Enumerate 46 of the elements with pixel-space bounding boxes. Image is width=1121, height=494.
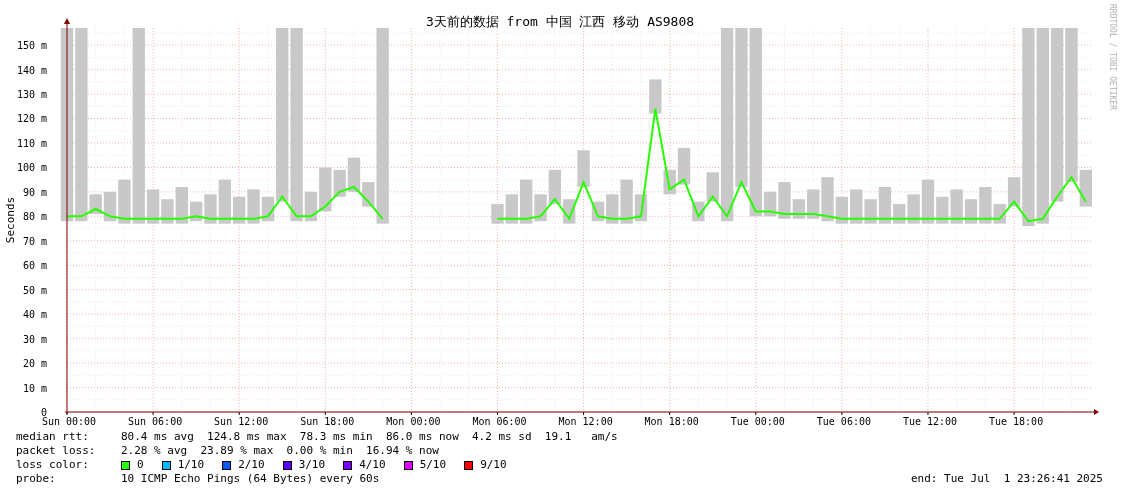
- tick-label: Mon 18:00: [644, 416, 699, 427]
- probe-text: 10 ICMP Echo Pings (64 Bytes) every 60s: [121, 472, 380, 486]
- tick-label: 80 m: [22, 211, 47, 223]
- legend-label: 5/10: [419, 458, 447, 472]
- tick-label: 120 m: [16, 113, 47, 125]
- tick-label: 140 m: [16, 64, 47, 76]
- tick-label: Mon 12:00: [558, 416, 613, 427]
- legend-label: 0: [137, 458, 144, 472]
- tick-label: Mon 00:00: [386, 416, 441, 427]
- tick-label: 10 m: [22, 382, 47, 394]
- tick-label: 70 m: [22, 235, 47, 247]
- tick-label: 130 m: [16, 89, 47, 101]
- tick-label: 50 m: [22, 284, 47, 296]
- legend-label: loss color:: [16, 458, 90, 472]
- tick-label: Sun 12:00: [214, 416, 269, 427]
- legend-stats: 2.28 % avg 23.89 % max 0.00 % min 16.94 % now: [121, 444, 439, 458]
- tick-label: Tue 06:00: [816, 416, 871, 427]
- legend-label: 9/10: [480, 458, 507, 472]
- tick-label: 110 m: [16, 137, 47, 149]
- legend-label: 4/10: [359, 458, 386, 472]
- tick-label: 60 m: [22, 260, 47, 272]
- tick-label: Sun 06:00: [128, 416, 183, 427]
- legend-label: median rtt:: [16, 430, 90, 444]
- tick-label: 20 m: [22, 358, 47, 370]
- tick-label: 30 m: [22, 333, 47, 345]
- legend-label: packet loss:: [16, 444, 97, 458]
- tick-label: Sun 00:00: [41, 416, 97, 427]
- legend-label: 2/10: [238, 458, 265, 472]
- tick-label: Sun 18:00: [300, 416, 355, 427]
- legend-label: 1/10: [177, 458, 205, 472]
- credit-text: RRDTOOL / TOBI OETIKER: [1107, 4, 1117, 110]
- tick-label: 100 m: [16, 162, 47, 174]
- tick-label: 90 m: [22, 186, 47, 198]
- tick-label: Tue 18:00: [989, 416, 1044, 427]
- tick-label: 40 m: [22, 309, 47, 321]
- tick-label: Tue 00:00: [730, 416, 785, 427]
- tick-label: Mon 06:00: [472, 416, 527, 427]
- legend-stats: 80.4 ms avg 124.8 ms max 78.3 ms min 86.0 ms now 4.2 ms sd 19.1 am/s: [121, 430, 618, 444]
- end-time: end: Tue Jul 1 23:26:41 2025: [910, 472, 1103, 486]
- tick-label: 150 m: [16, 40, 47, 52]
- tick-label: 0: [40, 407, 47, 418]
- legend-label: probe:: [16, 472, 57, 486]
- tick-label: Tue 12:00: [902, 416, 958, 427]
- chart-title: 3天前的数据 from 中国 江西 移动 AS9808: [425, 14, 695, 29]
- legend-label: 3/10: [298, 458, 326, 472]
- axis-label: Seconds: [4, 196, 17, 244]
